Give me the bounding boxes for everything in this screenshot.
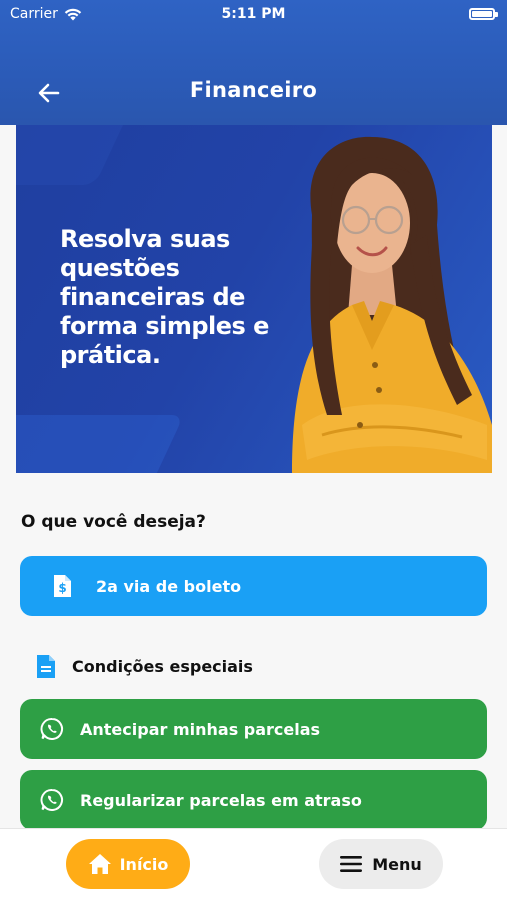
woman-portrait-image [292,136,492,473]
banner-decoration [16,125,137,185]
screen: Carrier 5:11 PM Financeiro Resolva suas … [0,0,507,900]
whatsapp-icon [40,717,64,741]
menu-nav-label: Menu [372,854,422,874]
menu-nav-button[interactable]: Menu [319,839,443,889]
invoice-dollar-icon: $ [50,574,74,598]
svg-text:$: $ [58,581,66,595]
document-icon [37,655,55,678]
home-nav-label: Início [119,854,169,874]
app-header: Carrier 5:11 PM Financeiro [0,0,507,125]
section-title: O que você deseja? [21,512,206,532]
regularize-overdue-button[interactable]: Regularizar parcelas em atraso [20,770,487,830]
home-icon [88,854,111,874]
banner-headline: Resolva suas questões financeiras de for… [60,225,269,369]
banner-decoration [16,415,184,473]
duplicate-bill-label: 2a via de boleto [96,576,242,596]
status-bar: Carrier 5:11 PM [0,0,507,30]
home-nav-button[interactable]: Início [66,839,190,889]
whatsapp-icon [40,788,64,812]
special-conditions-heading: Condições especiais [36,654,253,679]
anticipate-installments-button[interactable]: Antecipar minhas parcelas [20,699,487,759]
special-conditions-label: Condições especiais [72,657,253,676]
anticipate-installments-label: Antecipar minhas parcelas [80,719,321,739]
promo-banner: Resolva suas questões financeiras de for… [16,125,492,473]
page-title: Financeiro [189,78,318,102]
bottom-navigation: Início Menu [0,828,507,900]
regularize-overdue-label: Regularizar parcelas em atraso [80,790,362,810]
battery-icon [469,8,498,20]
status-time: 5:11 PM [221,6,286,22]
hamburger-icon [340,856,363,872]
duplicate-bill-button[interactable]: $ 2a via de boleto [20,556,487,616]
